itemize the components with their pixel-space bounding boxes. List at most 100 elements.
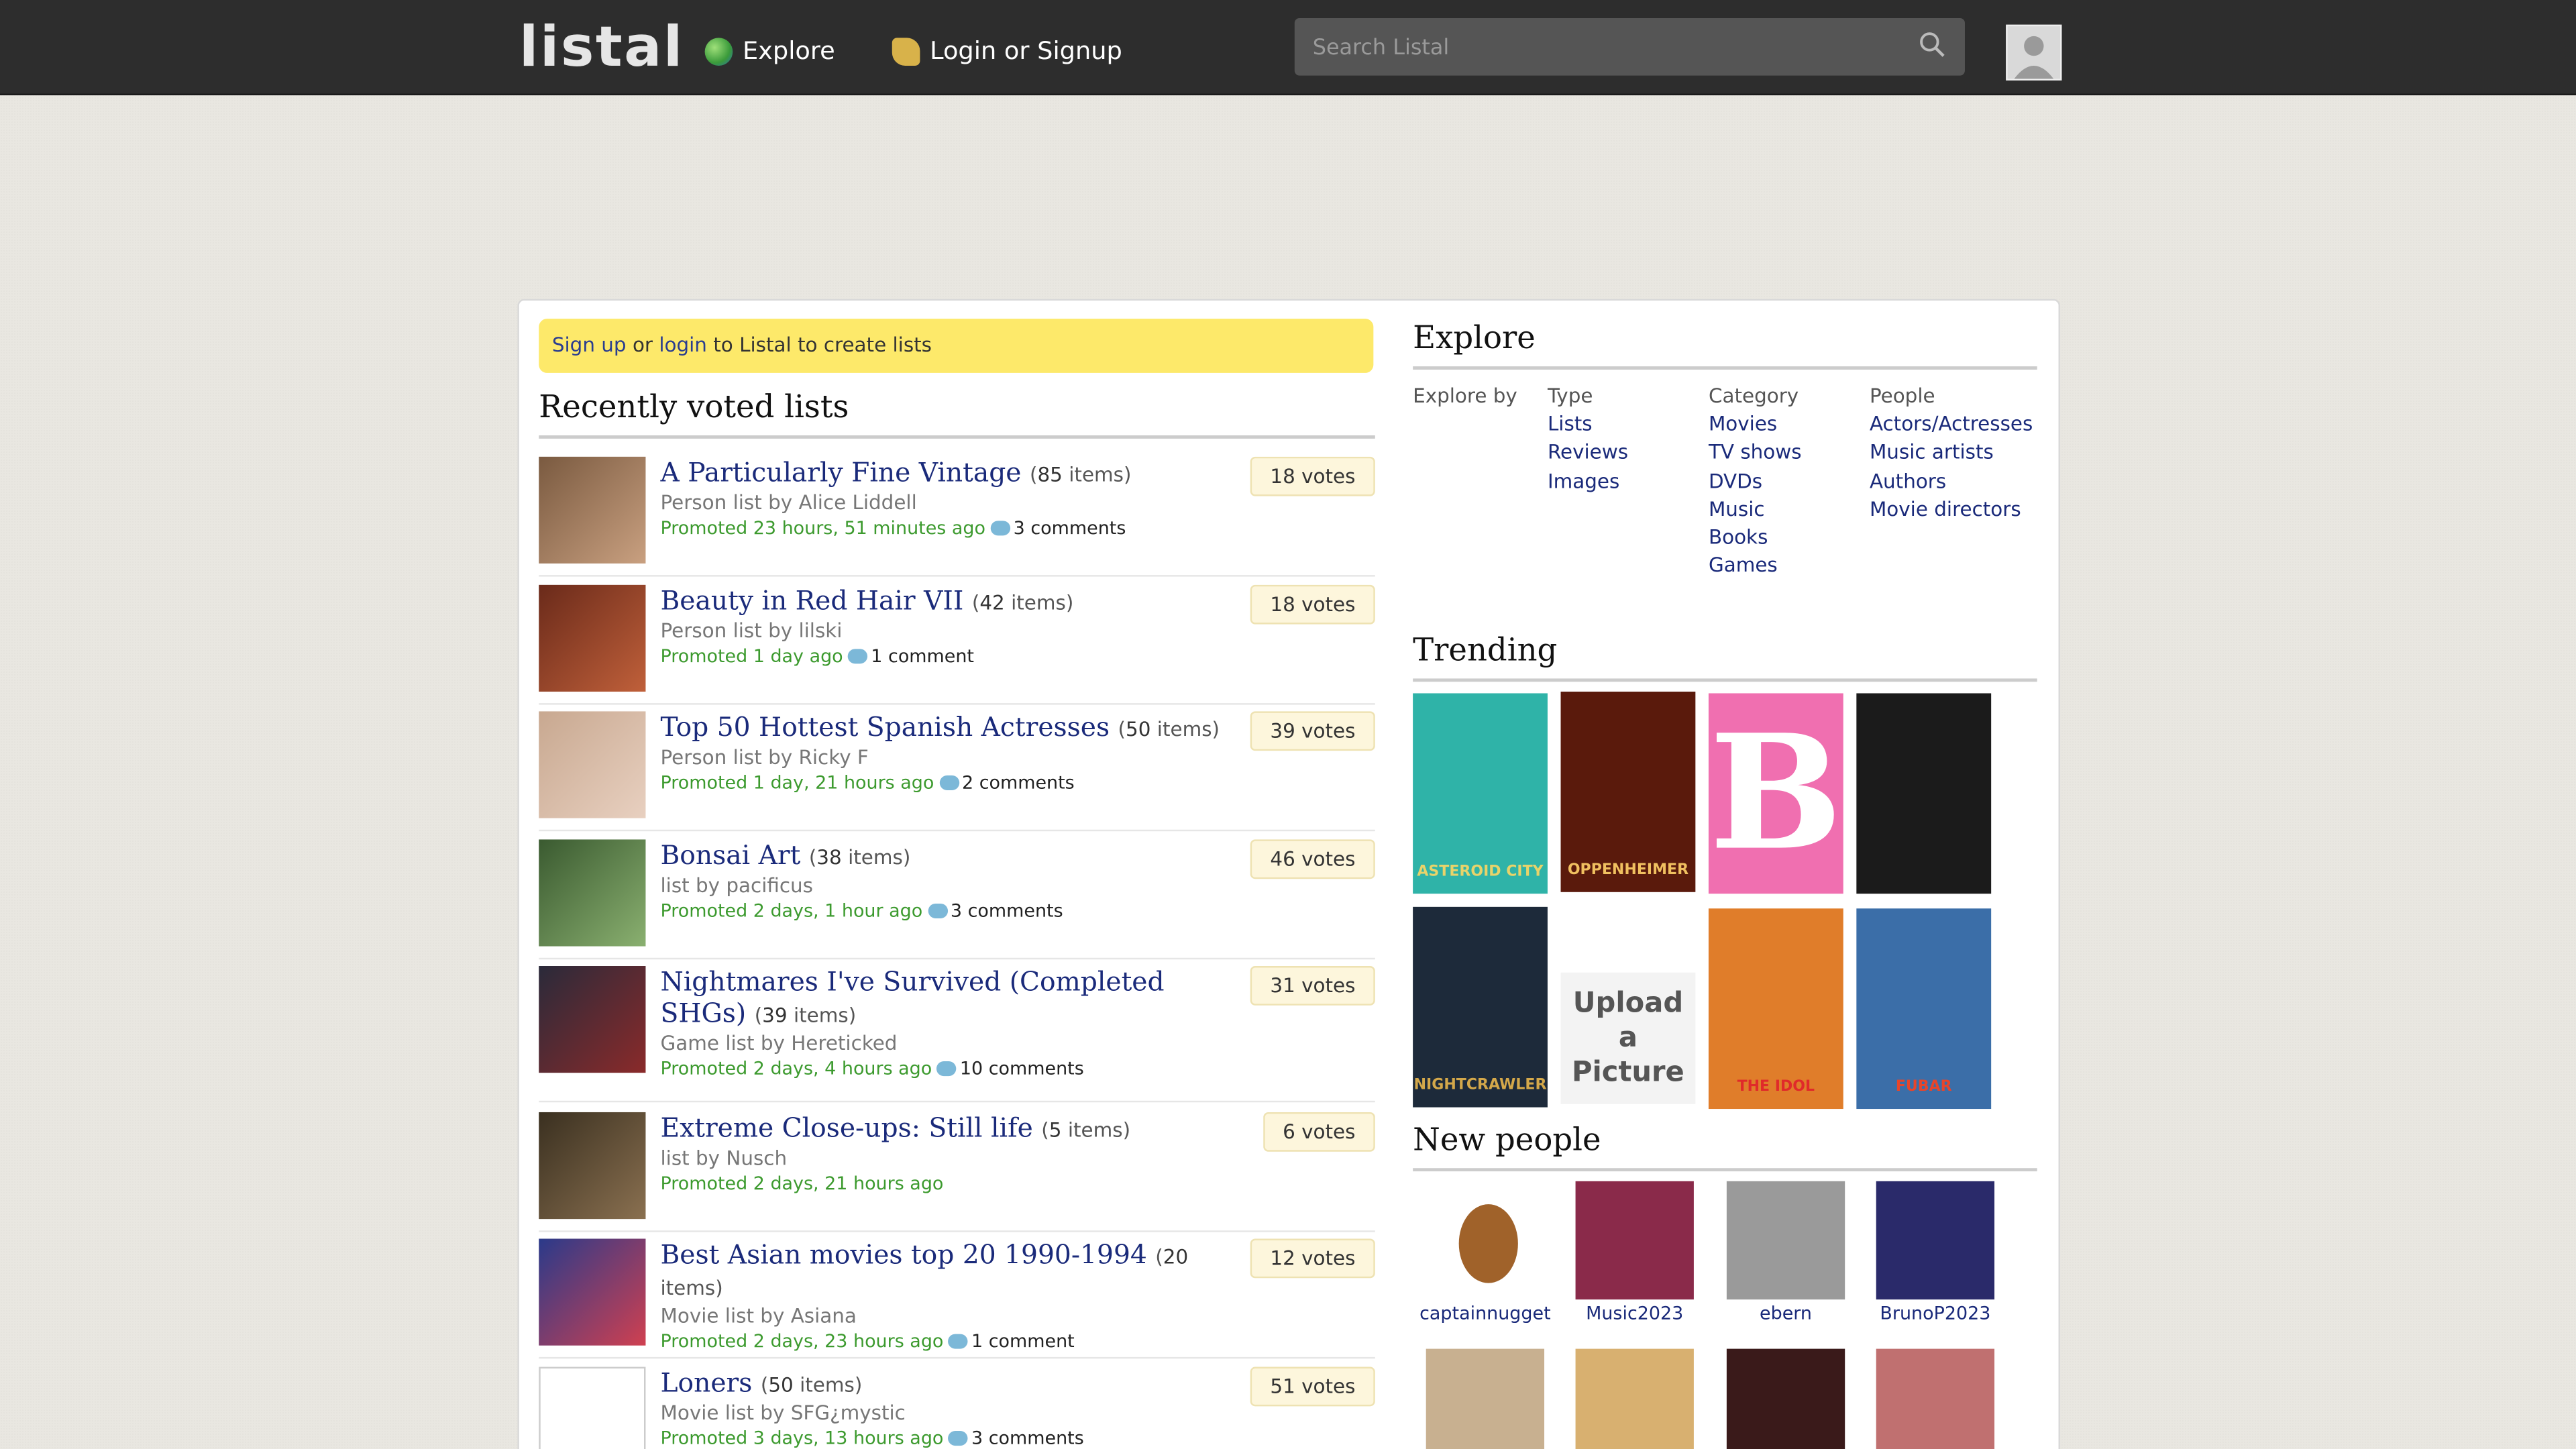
trending-poster[interactable]: NIGHTCRAWLER xyxy=(1413,906,1548,1108)
trending-poster[interactable]: OPPENHEIMER xyxy=(1560,692,1696,892)
list-thumbnail[interactable] xyxy=(539,1366,646,1449)
login-link[interactable]: login xyxy=(659,333,707,356)
person-avatar[interactable] xyxy=(1876,1348,1995,1449)
explore-link-games[interactable]: Games xyxy=(1709,552,1802,580)
list-title-link[interactable]: Top 50 Hottest Spanish Actresses xyxy=(660,711,1110,743)
list-thumbnail[interactable] xyxy=(539,1238,646,1346)
person-username[interactable]: BrunoP2023 xyxy=(1853,1303,2017,1324)
explore-type-column: Type Lists Reviews Images xyxy=(1548,383,1628,496)
new-person-card[interactable]: Music2023 xyxy=(1552,1181,1717,1324)
list-author[interactable]: Person list by Alice Liddell xyxy=(660,491,1243,514)
list-author[interactable]: Person list by Ricky F xyxy=(660,746,1243,769)
explore-link-lists[interactable]: Lists xyxy=(1548,411,1628,439)
trending-poster[interactable]: ASTEROID CITY xyxy=(1413,693,1548,894)
list-comments-link[interactable]: 1 comment xyxy=(871,645,974,667)
list-promoted-time: Promoted 23 hours, 51 minutes ago 3 comme… xyxy=(660,517,1126,539)
explore-link-dvds[interactable]: DVDs xyxy=(1709,468,1802,496)
person-avatar[interactable] xyxy=(1426,1348,1545,1449)
explore-header: Explore xyxy=(1413,321,2037,370)
explore-link-authors[interactable]: Authors xyxy=(1870,468,2033,496)
new-person-card[interactable] xyxy=(1853,1348,2017,1449)
list-title-link[interactable]: Nightmares I've Survived (Completed SHGs… xyxy=(660,966,1164,1028)
list-comments-link[interactable]: 3 comments xyxy=(951,900,1063,922)
list-title-link[interactable]: Extreme Close-ups: Still life xyxy=(660,1112,1032,1144)
search-icon[interactable] xyxy=(1919,32,1945,58)
list-author[interactable]: Movie list by Asiana xyxy=(660,1304,1243,1327)
search-input[interactable] xyxy=(1294,17,1908,79)
explore-link-reviews[interactable]: Reviews xyxy=(1548,439,1628,468)
list-thumbnail[interactable] xyxy=(539,711,646,818)
new-person-card[interactable]: BrunoP2023 xyxy=(1853,1181,2017,1324)
list-comments-link[interactable]: 3 comments xyxy=(1014,517,1126,539)
list-promoted-time: Promoted 2 days, 1 hour ago 3 comments xyxy=(660,900,1063,922)
explore-link-movies[interactable]: Movies xyxy=(1709,411,1802,439)
people-header: People xyxy=(1869,384,1935,408)
person-username[interactable]: Music2023 xyxy=(1552,1303,1717,1324)
explore-link-books[interactable]: Books xyxy=(1709,524,1802,552)
trending-poster[interactable]: THE IDOL xyxy=(1708,908,1843,1110)
new-person-card[interactable]: ebern xyxy=(1704,1181,1868,1324)
explore-category-column: Category Movies TV shows DVDs Music Book… xyxy=(1709,383,1802,581)
new-person-card[interactable]: captainnugget xyxy=(1403,1181,1567,1324)
vote-count-badge[interactable]: 39 votes xyxy=(1250,711,1375,751)
list-comments-link[interactable]: 3 comments xyxy=(971,1428,1084,1449)
list-thumbnail[interactable] xyxy=(539,584,646,692)
new-person-card[interactable] xyxy=(1403,1348,1567,1449)
list-author[interactable]: list by pacificus xyxy=(660,874,1243,897)
trending-poster[interactable] xyxy=(1856,693,1992,894)
list-title-link[interactable]: Beauty in Red Hair VII xyxy=(660,585,963,616)
vote-count-badge[interactable]: 18 votes xyxy=(1250,584,1375,625)
person-avatar[interactable] xyxy=(1575,1348,1694,1449)
trending-poster[interactable]: B xyxy=(1708,693,1843,894)
list-author[interactable]: Person list by lilski xyxy=(660,619,1243,642)
explore-link-tv-shows[interactable]: TV shows xyxy=(1709,439,1802,468)
list-title-link[interactable]: A Particularly Fine Vintage xyxy=(660,457,1021,488)
list-comments-link[interactable]: 2 comments xyxy=(962,772,1075,794)
list-comments-link[interactable]: 1 comment xyxy=(971,1331,1075,1352)
vote-count-badge[interactable]: 12 votes xyxy=(1250,1238,1375,1279)
list-title-link[interactable]: Best Asian movies top 20 1990-1994 xyxy=(660,1239,1146,1271)
vote-count-badge[interactable]: 31 votes xyxy=(1250,966,1375,1006)
vote-count-badge[interactable]: 51 votes xyxy=(1250,1366,1375,1407)
person-avatar[interactable] xyxy=(1726,1348,1845,1449)
list-promoted-time: Promoted 2 days, 23 hours ago 1 comment xyxy=(660,1330,1075,1352)
new-people-header: New people xyxy=(1413,1122,2037,1172)
vote-count-badge[interactable]: 18 votes xyxy=(1250,456,1375,496)
upload-picture-button[interactable]: Upload a Picture xyxy=(1560,972,1696,1104)
vote-count-badge[interactable]: 6 votes xyxy=(1263,1112,1375,1152)
new-person-card[interactable] xyxy=(1704,1348,1868,1449)
list-comments-link[interactable]: 10 comments xyxy=(960,1058,1084,1079)
explore-link-images[interactable]: Images xyxy=(1548,468,1628,496)
list-author[interactable]: Game list by Hereticked xyxy=(660,1032,1243,1055)
trending-poster[interactable]: FUBAR xyxy=(1856,908,1992,1110)
person-avatar[interactable] xyxy=(1575,1181,1694,1300)
list-thumbnail[interactable] xyxy=(539,1112,646,1220)
comment-bubble-icon xyxy=(948,1431,969,1446)
list-author[interactable]: Movie list by SFG¿mystic xyxy=(660,1401,1243,1424)
person-avatar[interactable] xyxy=(1726,1181,1845,1300)
list-title-link[interactable]: Bonsai Art xyxy=(660,839,800,871)
list-title-link[interactable]: Loners xyxy=(660,1367,752,1399)
person-username[interactable]: captainnugget xyxy=(1403,1303,1567,1324)
explore-link-actors[interactable]: Actors/Actresses xyxy=(1870,411,2033,439)
person-avatar[interactable] xyxy=(1426,1181,1545,1300)
vote-count-badge[interactable]: 46 votes xyxy=(1250,839,1375,879)
list-item: Extreme Close-ups: Still life (5 items) l… xyxy=(539,1112,1375,1232)
list-thumbnail[interactable] xyxy=(539,839,646,947)
user-avatar[interactable] xyxy=(2006,24,2062,80)
list-author[interactable]: list by Nusch xyxy=(660,1146,1243,1169)
listal-logo[interactable]: listal xyxy=(519,15,684,80)
list-promoted-time: Promoted 1 day ago 1 comment xyxy=(660,645,975,667)
signup-link[interactable]: Sign up xyxy=(552,333,627,356)
list-promoted-time: Promoted 2 days, 21 hours ago xyxy=(660,1173,944,1195)
list-thumbnail[interactable] xyxy=(539,966,646,1073)
new-person-card[interactable] xyxy=(1552,1348,1717,1449)
login-signup-link[interactable]: Login or Signup xyxy=(892,36,1122,66)
person-avatar[interactable] xyxy=(1876,1181,1995,1300)
explore-nav-link[interactable]: Explore xyxy=(704,36,835,66)
explore-link-music-artists[interactable]: Music artists xyxy=(1870,439,2033,468)
explore-link-movie-directors[interactable]: Movie directors xyxy=(1870,496,2033,524)
person-username[interactable]: ebern xyxy=(1704,1303,1868,1324)
explore-link-music[interactable]: Music xyxy=(1709,496,1802,524)
list-thumbnail[interactable] xyxy=(539,456,646,564)
